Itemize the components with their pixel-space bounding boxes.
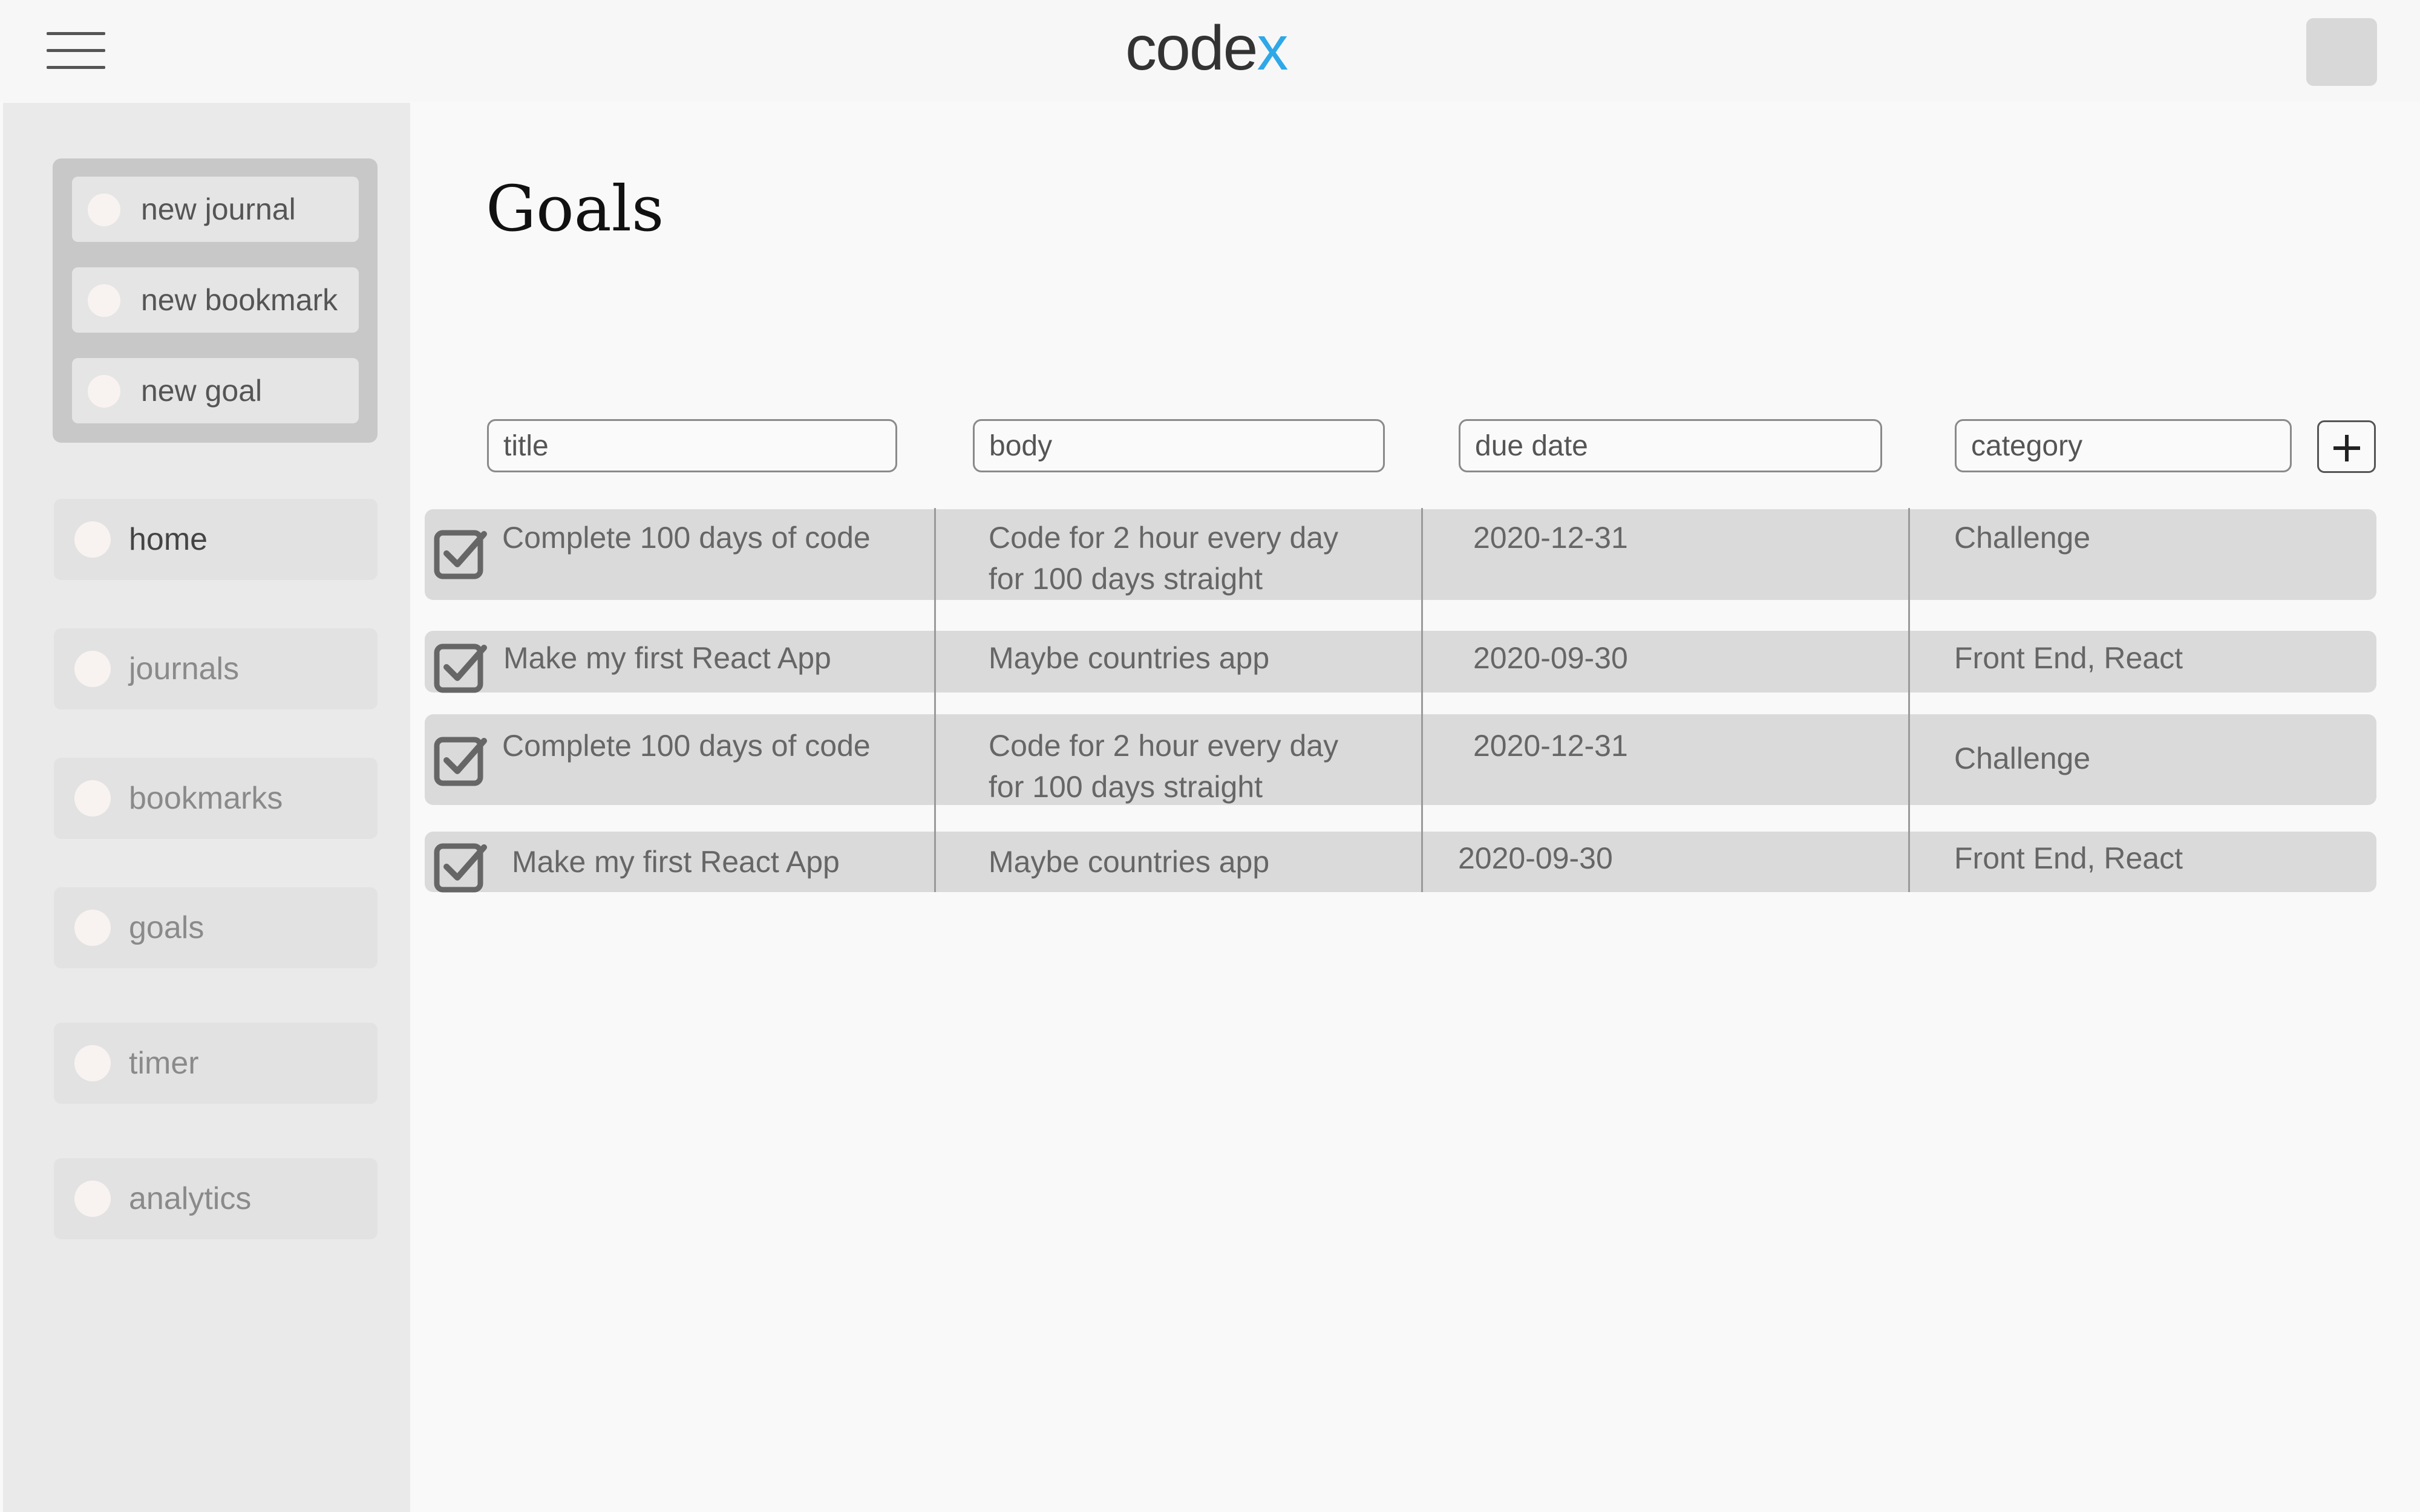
goal-body: Code for 2 hour every day for 100 days s… [989,729,1339,804]
quick-action-label: new goal [141,374,263,408]
circle-icon [74,910,111,946]
quick-action-label: new journal [141,192,296,226]
goal-body: Maybe countries app [989,641,1270,675]
goal-body: Code for 2 hour every day for 100 days s… [989,521,1339,596]
goal-due-date: 2020-09-30 [1458,841,1613,875]
checkbox-checked-icon[interactable] [433,526,488,580]
due-date-filter-input[interactable] [1459,419,1882,472]
logo-text: code [1125,13,1258,83]
circle-icon [74,1181,111,1217]
circle-icon [74,651,111,687]
title-filter-input[interactable] [487,419,897,472]
sidebar-item-analytics[interactable]: analytics [54,1158,378,1239]
user-avatar[interactable] [2306,18,2377,86]
quick-action-label: new bookmark [141,283,338,317]
menu-line [47,32,105,35]
goal-title: Make my first React App [503,641,831,675]
new-goal-button[interactable]: new goal [72,358,359,423]
page-title: Goals [486,172,664,246]
menu-line [47,66,105,69]
sidebar-item-timer[interactable]: timer [54,1023,378,1104]
app-logo[interactable]: codex [1125,12,1289,85]
goal-category: Challenge [1954,741,2091,775]
circle-icon [74,780,111,816]
goal-due-date: 2020-12-31 [1473,521,1628,555]
sidebar: new journal new bookmark new goal home j… [3,103,410,1512]
new-bookmark-button[interactable]: new bookmark [72,267,359,333]
sidebar-item-label: goals [129,910,204,945]
circle-icon [88,284,120,317]
goal-title: Complete 100 days of code [502,729,871,763]
top-bar: codex [0,0,2420,102]
sidebar-item-journals[interactable]: journals [54,628,378,709]
menu-line [47,49,105,52]
sidebar-item-label: journals [129,651,240,686]
plus-icon [2345,435,2349,461]
hamburger-menu-icon[interactable] [47,32,105,70]
sidebar-item-label: bookmarks [129,781,283,816]
logo-accent: x [1257,13,1289,83]
sidebar-item-label: analytics [129,1181,252,1216]
checkbox-checked-icon[interactable] [433,639,488,694]
body-filter-input[interactable] [973,419,1385,472]
add-goal-button[interactable] [2317,420,2376,473]
sidebar-item-goals[interactable]: goals [54,887,378,968]
goal-due-date: 2020-09-30 [1473,641,1628,675]
sidebar-item-label: home [129,522,208,557]
goal-category: Front End, React [1954,841,2183,875]
circle-icon [88,375,120,408]
sidebar-item-home[interactable]: home [54,499,378,580]
sidebar-item-bookmarks[interactable]: bookmarks [54,758,378,839]
goal-category: Challenge [1954,521,2091,555]
sidebar-item-label: timer [129,1046,199,1081]
new-journal-button[interactable]: new journal [72,177,359,242]
goal-title: Complete 100 days of code [502,521,871,555]
column-divider [1908,508,1910,892]
goal-category: Front End, React [1954,641,2183,675]
quick-actions-panel: new journal new bookmark new goal [53,158,378,443]
column-divider [934,508,936,892]
checkbox-checked-icon[interactable] [433,732,488,787]
circle-icon [88,194,120,226]
goal-body: Maybe countries app [989,845,1270,879]
column-divider [1421,508,1423,892]
circle-icon [74,521,111,558]
circle-icon [74,1045,111,1081]
category-filter-input[interactable] [1955,419,2292,472]
checkbox-checked-icon[interactable] [433,839,488,893]
goal-due-date: 2020-12-31 [1473,729,1628,763]
goal-title: Make my first React App [512,845,840,879]
